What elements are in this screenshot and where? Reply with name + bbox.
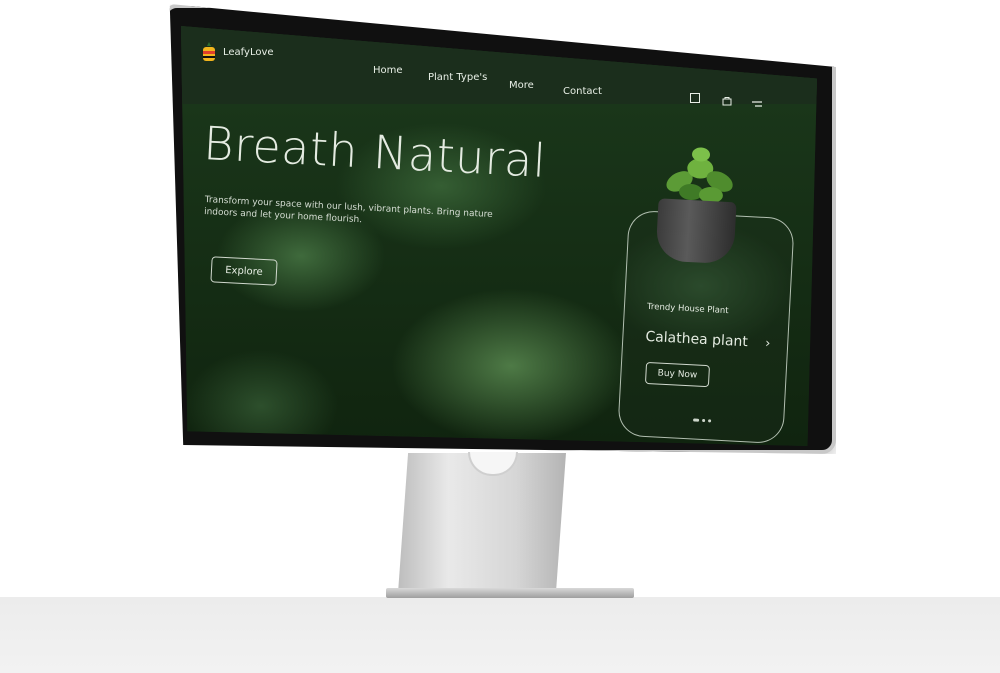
chevron-right-icon[interactable]: › [765, 336, 771, 351]
nav-more[interactable]: More [509, 80, 534, 91]
menu-icon[interactable] [751, 98, 763, 110]
nav-contact[interactable]: Contact [563, 86, 602, 97]
explore-button[interactable]: Explore [210, 256, 278, 286]
buy-now-button[interactable]: Buy Now [644, 361, 711, 388]
bookmark-icon[interactable] [689, 92, 701, 104]
monitor-stand-base [386, 588, 634, 598]
plant-pot-image [655, 198, 737, 265]
carousel-dots [693, 418, 712, 423]
featured-plant-card: Trendy House Plant Calathea plant › Buy … [617, 147, 795, 445]
nav-home[interactable]: Home [373, 65, 403, 76]
logo-icon [203, 42, 215, 61]
nav-plant-types[interactable]: Plant Type's [428, 72, 487, 83]
monitor: LeafyLove Home Plant Type's More Contact… [163, 4, 836, 454]
cart-icon[interactable] [721, 95, 733, 107]
card-subtitle: Trendy House Plant [646, 301, 729, 317]
carousel-dot[interactable] [708, 419, 712, 423]
carousel-dot[interactable] [693, 418, 700, 422]
brand-name[interactable]: LeafyLove [223, 47, 274, 58]
carousel-dot[interactable] [702, 418, 706, 423]
card-title: Calathea plant [644, 328, 749, 351]
website-screen: LeafyLove Home Plant Type's More Contact… [181, 26, 817, 446]
desk-surface [0, 597, 1000, 673]
